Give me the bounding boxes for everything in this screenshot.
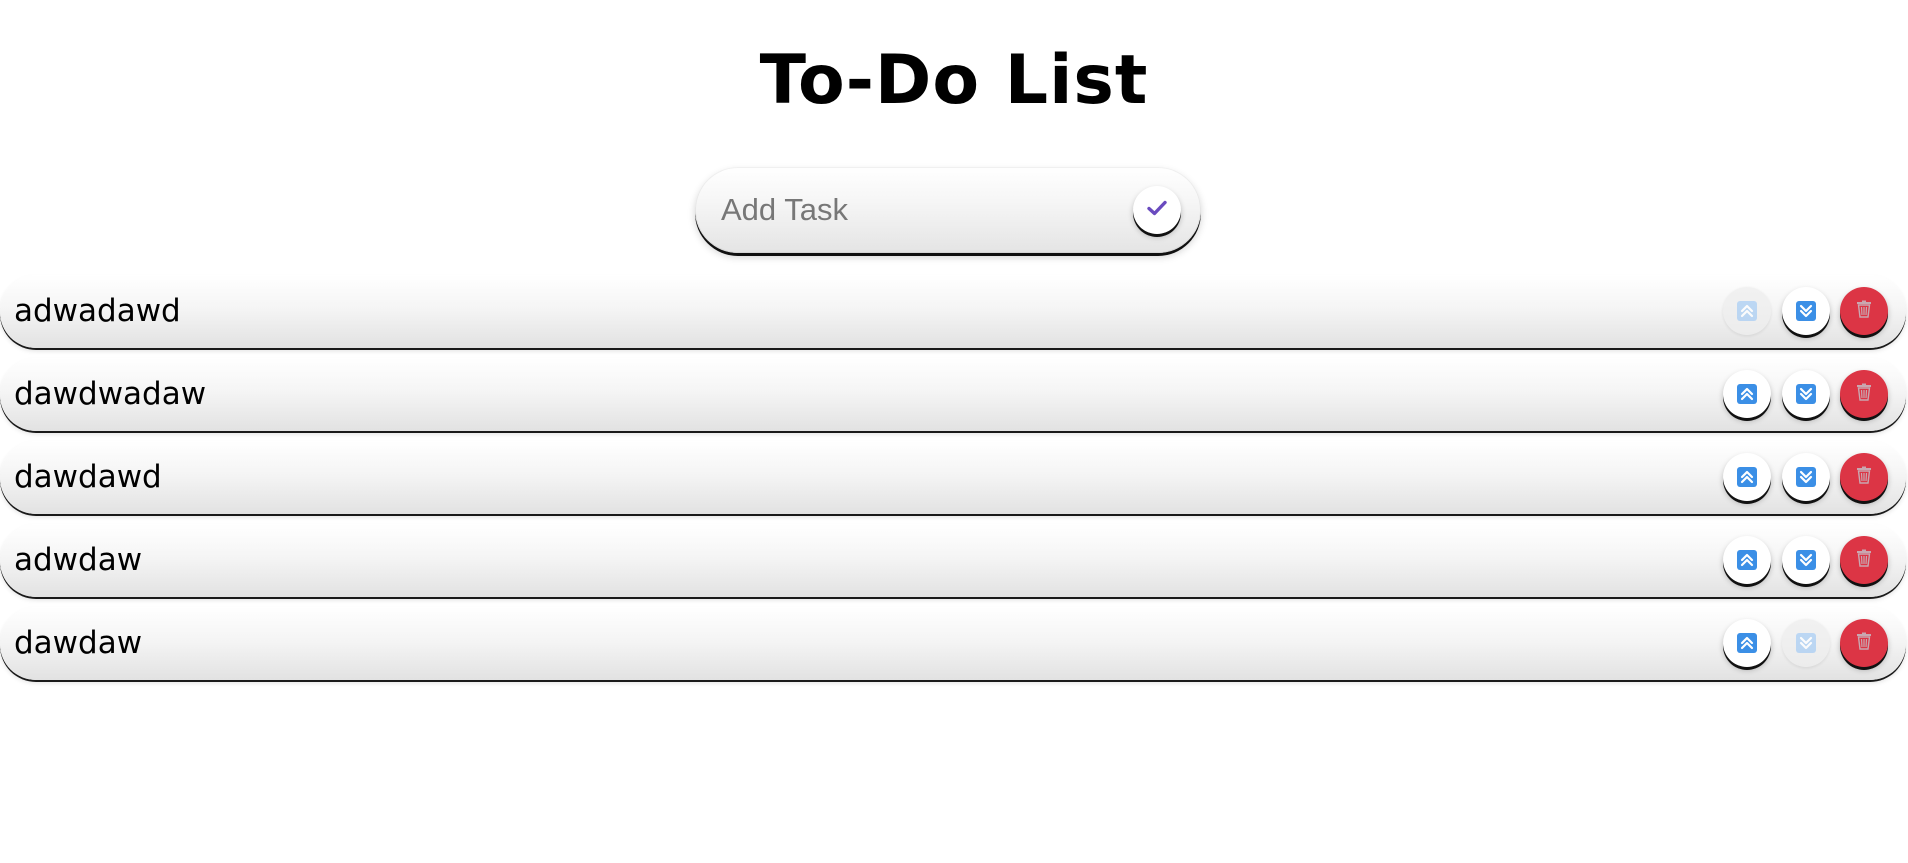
move-up-button[interactable]: [1723, 453, 1771, 501]
move-down-button[interactable]: [1782, 619, 1830, 667]
double-chevron-down-icon: [1796, 384, 1816, 404]
trash-icon: [1854, 382, 1874, 406]
task-item: adwadawd: [0, 275, 1906, 348]
task-item: dawdawd: [0, 441, 1906, 514]
delete-button[interactable]: [1840, 287, 1888, 335]
double-chevron-up-icon: [1737, 633, 1757, 653]
double-chevron-up-icon: [1737, 550, 1757, 570]
delete-button[interactable]: [1840, 453, 1888, 501]
add-task-input[interactable]: [719, 186, 1113, 234]
double-chevron-down-icon: [1796, 467, 1816, 487]
trash-icon: [1854, 548, 1874, 572]
delete-button[interactable]: [1840, 619, 1888, 667]
move-up-button[interactable]: [1723, 370, 1771, 418]
task-text: adwdaw: [14, 542, 143, 578]
check-icon: [1147, 200, 1167, 220]
delete-button[interactable]: [1840, 536, 1888, 584]
task-list: adwadawd dawdwadaw dawdawd adwdaw dawdaw: [0, 275, 1908, 690]
double-chevron-down-icon: [1796, 633, 1816, 653]
double-chevron-up-icon: [1737, 301, 1757, 321]
move-up-button[interactable]: [1723, 536, 1771, 584]
move-down-button[interactable]: [1782, 536, 1830, 584]
page-title: To-Do List: [759, 41, 1149, 120]
add-task-form: [695, 167, 1201, 253]
task-item: dawdwadaw: [0, 358, 1906, 431]
trash-icon: [1854, 631, 1874, 655]
move-down-button[interactable]: [1782, 287, 1830, 335]
task-item: adwdaw: [0, 524, 1906, 597]
double-chevron-up-icon: [1737, 467, 1757, 487]
double-chevron-down-icon: [1796, 550, 1816, 570]
todo-app: To-Do List adwadawd: [0, 0, 1908, 863]
trash-icon: [1854, 299, 1874, 323]
task-text: adwadawd: [14, 293, 181, 329]
task-text: dawdaw: [14, 625, 143, 661]
move-up-button[interactable]: [1723, 287, 1771, 335]
move-down-button[interactable]: [1782, 370, 1830, 418]
move-up-button[interactable]: [1723, 619, 1771, 667]
add-task-submit-button[interactable]: [1133, 186, 1181, 234]
double-chevron-up-icon: [1737, 384, 1757, 404]
task-item: dawdaw: [0, 607, 1906, 680]
move-down-button[interactable]: [1782, 453, 1830, 501]
delete-button[interactable]: [1840, 370, 1888, 418]
double-chevron-down-icon: [1796, 301, 1816, 321]
trash-icon: [1854, 465, 1874, 489]
task-text: dawdawd: [14, 459, 162, 495]
task-text: dawdwadaw: [14, 376, 207, 412]
